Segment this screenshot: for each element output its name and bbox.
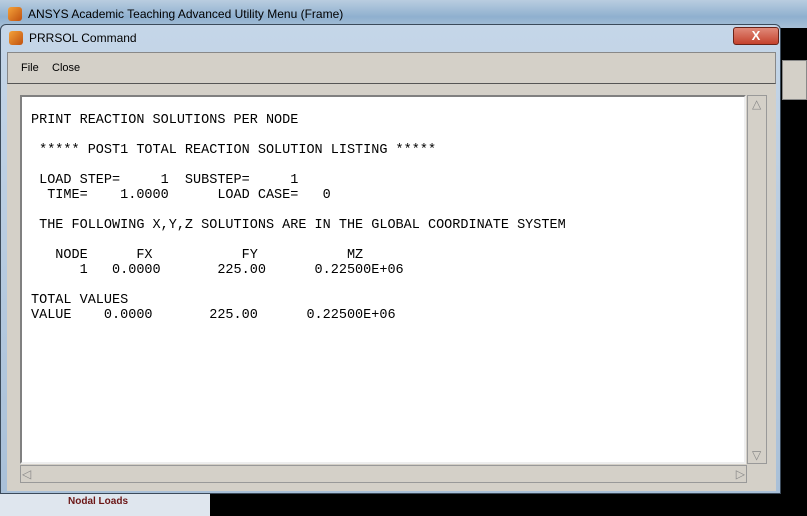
close-button[interactable]: X [733, 27, 779, 45]
parent-window-title: ANSYS Academic Teaching Advanced Utility… [28, 7, 344, 21]
scroll-down-icon[interactable]: ▽ [752, 448, 761, 462]
output-line: THE FOLLOWING X,Y,Z SOLUTIONS ARE IN THE… [31, 218, 566, 233]
scroll-right-icon[interactable]: ▷ [736, 467, 745, 481]
prrsol-dialog: PRRSOL Command X File Close PRINT REACTI… [0, 24, 781, 494]
dialog-title: PRRSOL Command [29, 31, 137, 45]
menu-close[interactable]: Close [52, 62, 80, 74]
output-line: LOAD STEP= 1 SUBSTEP= 1 [31, 173, 299, 188]
dialog-client: File Close PRINT REACTION SOLUTIONS PER … [7, 52, 776, 491]
scroll-left-icon[interactable]: ◁ [22, 467, 31, 481]
ansys-app-icon [9, 31, 23, 45]
nodal-loads-tree-item[interactable]: Nodal Loads [68, 496, 128, 507]
output-line: 1 0.0000 225.00 0.22500E+06 [31, 263, 404, 278]
menu-file[interactable]: File [21, 62, 39, 74]
output-text-area[interactable]: PRINT REACTION SOLUTIONS PER NODE ***** … [20, 95, 746, 464]
scroll-up-icon[interactable]: △ [752, 97, 761, 111]
output-line: VALUE 0.0000 225.00 0.22500E+06 [31, 308, 396, 323]
ansys-app-icon [8, 7, 22, 21]
output-line: TOTAL VALUES [31, 293, 129, 308]
menu-bar: File Close [7, 52, 776, 84]
vertical-scrollbar[interactable]: △ ▽ [747, 95, 767, 464]
reaction-solution-listing: PRINT REACTION SOLUTIONS PER NODE ***** … [31, 113, 566, 323]
output-line: TIME= 1.0000 LOAD CASE= 0 [31, 188, 331, 203]
output-line: ***** POST1 TOTAL REACTION SOLUTION LIST… [31, 143, 437, 158]
output-line: PRINT REACTION SOLUTIONS PER NODE [31, 113, 299, 128]
horizontal-scrollbar[interactable]: ◁ ▷ [20, 465, 747, 483]
parent-toolbar-button[interactable] [782, 60, 807, 100]
output-line: NODE FX FY MZ [31, 248, 364, 263]
